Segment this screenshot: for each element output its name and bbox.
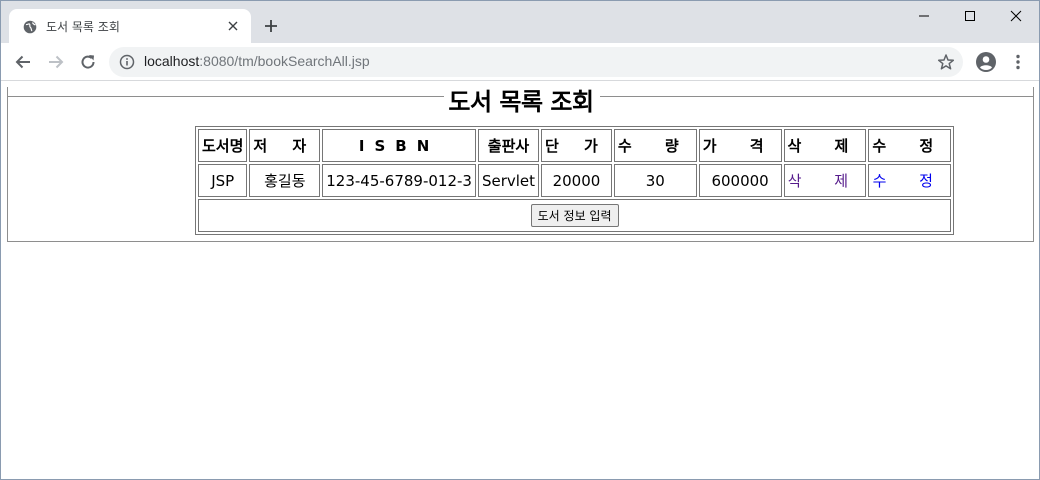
browser-toolbar: localhost:8080/tm/bookSearchAll.jsp: [1, 43, 1039, 81]
column-header-delete: 삭 제: [783, 129, 867, 162]
cell-quantity: 30: [613, 164, 697, 197]
menu-dots-icon[interactable]: [1005, 49, 1031, 75]
browser-tab[interactable]: 도서 목록 조회: [9, 9, 251, 43]
fieldset-top-border-right: [600, 96, 1034, 97]
cell-price: 600000: [698, 164, 782, 197]
back-arrow-icon[interactable]: [10, 49, 36, 75]
column-header-isbn: ISBN: [322, 129, 476, 162]
column-header-title: 도서명: [198, 129, 248, 162]
table-row: JSP 홍길동 123-45-6789-012-3 Servlet 20000 …: [198, 164, 952, 197]
reload-icon[interactable]: [75, 49, 101, 75]
cell-insert: 도서 정보 입력: [198, 199, 952, 232]
cell-publisher: Servlet: [477, 164, 540, 197]
cell-delete: 삭 제: [783, 164, 867, 197]
tab-title: 도서 목록 조회: [46, 20, 120, 34]
book-list-fieldset: 도서 목록 조회 도서명 저 자 ISBN 출판사 단 가 수 량 가 격 삭 …: [7, 87, 1034, 242]
page-content: 도서 목록 조회 도서명 저 자 ISBN 출판사 단 가 수 량 가 격 삭 …: [1, 82, 1039, 479]
cell-isbn: 123-45-6789-012-3: [322, 164, 476, 197]
column-header-edit: 수 정: [868, 129, 952, 162]
close-window-icon[interactable]: [993, 1, 1039, 31]
profile-avatar-icon[interactable]: [973, 49, 999, 75]
book-table: 도서명 저 자 ISBN 출판사 단 가 수 량 가 격 삭 제 수 정 JSP…: [195, 126, 955, 235]
delete-link[interactable]: 삭 제: [788, 172, 862, 190]
close-tab-icon[interactable]: [225, 18, 241, 34]
table-header-row: 도서명 저 자 ISBN 출판사 단 가 수 량 가 격 삭 제 수 정: [198, 129, 952, 162]
fieldset-top-border-left: [7, 96, 444, 97]
info-icon[interactable]: [119, 54, 135, 70]
cell-title: JSP: [198, 164, 248, 197]
cell-unit-price: 20000: [541, 164, 612, 197]
url-text[interactable]: localhost:8080/tm/bookSearchAll.jsp: [144, 53, 370, 69]
forward-arrow-icon[interactable]: [43, 49, 69, 75]
cell-author: 홍길동: [249, 164, 321, 197]
bookmark-star-icon[interactable]: [937, 53, 955, 71]
cell-edit: 수 정: [868, 164, 952, 197]
page-title: 도서 목록 조회: [448, 88, 594, 116]
column-header-quantity: 수 량: [613, 129, 697, 162]
column-header-publisher: 출판사: [477, 129, 540, 162]
url-host: localhost: [144, 53, 200, 69]
edit-link[interactable]: 수 정: [873, 172, 947, 190]
column-header-price: 가 격: [698, 129, 782, 162]
column-header-author: 저 자: [249, 129, 321, 162]
new-tab-plus-icon[interactable]: [259, 14, 283, 38]
column-header-unit-price: 단 가: [541, 129, 612, 162]
tab-strip: 도서 목록 조회: [1, 1, 1039, 43]
table-footer-row: 도서 정보 입력: [198, 199, 952, 232]
url-path: :8080/tm/bookSearchAll.jsp: [199, 53, 370, 69]
minimize-icon[interactable]: [901, 1, 947, 31]
insert-book-button[interactable]: 도서 정보 입력: [530, 204, 619, 227]
globe-icon: [23, 19, 37, 34]
maximize-icon[interactable]: [947, 1, 993, 31]
address-bar[interactable]: localhost:8080/tm/bookSearchAll.jsp: [109, 47, 963, 77]
